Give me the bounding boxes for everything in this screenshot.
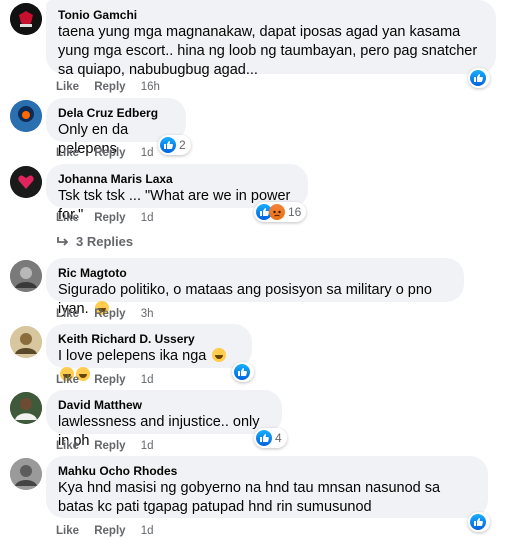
comment-actions: Like Reply 1d (56, 439, 154, 453)
like-button[interactable]: Like (56, 374, 79, 386)
comment-timestamp[interactable]: 1d (141, 440, 154, 452)
like-reaction-icon (470, 514, 486, 530)
reply-button[interactable]: Reply (94, 440, 125, 452)
comment-author[interactable]: Keith Richard D. Ussery (58, 331, 240, 347)
comment-bubble: Tonio Gamchi taena yung mga magnanakaw, … (46, 0, 496, 78)
comment-author[interactable]: David Matthew (58, 397, 270, 413)
comment-author[interactable]: Dela Cruz Edberg (58, 105, 174, 121)
like-button[interactable]: Like (56, 525, 79, 537)
avatar[interactable] (10, 392, 42, 424)
avatar[interactable] (10, 458, 42, 490)
like-reaction-icon (470, 70, 486, 86)
comment-actions: Like Reply 1d (56, 373, 154, 387)
comment-bubble: Keith Richard D. Ussery I love pelepens … (46, 324, 252, 381)
comment-text: Kya hnd masisi ng gobyerno na hnd tau mn… (58, 480, 441, 515)
reaction-summary[interactable]: 2 (158, 135, 191, 155)
like-button[interactable]: Like (56, 212, 79, 224)
laughing-face-emoji-icon (212, 348, 227, 362)
reaction-count: 2 (179, 138, 186, 152)
reply-button[interactable]: Reply (94, 525, 125, 537)
avatar[interactable] (10, 326, 42, 358)
like-button[interactable]: Like (56, 147, 79, 159)
comment-timestamp[interactable]: 3h (141, 308, 154, 320)
reply-button[interactable]: Reply (94, 308, 125, 320)
reaction-summary[interactable] (468, 512, 490, 532)
comment-actions: Like Reply 1d (56, 146, 154, 160)
reaction-count: 4 (275, 431, 282, 445)
comment-author[interactable]: Mahku Ocho Rhodes (58, 463, 476, 479)
view-replies-link[interactable]: 3 Replies (56, 234, 133, 249)
comment-bubble: David Matthew lawlessness and injustice.… (46, 390, 282, 449)
like-reaction-icon (160, 137, 176, 153)
reply-button[interactable]: Reply (94, 81, 125, 93)
reaction-count: 16 (288, 205, 302, 219)
comment-author[interactable]: Ric Magtoto (58, 265, 452, 281)
replies-count-label[interactable]: 3 Replies (76, 234, 133, 249)
like-reaction-icon (256, 430, 272, 446)
comment-bubble: Ric Magtoto Sigurado politiko, o mataas … (46, 258, 464, 317)
comment-actions: Like Reply 1d (56, 524, 154, 538)
comment-actions: Like Reply 16h (56, 80, 160, 94)
angry-reaction-icon (269, 204, 285, 220)
comment-author[interactable]: Johanna Maris Laxa (58, 171, 296, 187)
like-button[interactable]: Like (56, 308, 79, 320)
reply-button[interactable]: Reply (94, 147, 125, 159)
like-button[interactable]: Like (56, 440, 79, 452)
comment-actions: Like Reply 1d (56, 211, 154, 225)
comment-timestamp[interactable]: 1d (141, 147, 154, 159)
comment-timestamp[interactable]: 1d (141, 525, 154, 537)
reaction-summary[interactable]: 4 (254, 428, 287, 448)
reply-button[interactable]: Reply (94, 374, 125, 386)
avatar[interactable] (10, 3, 42, 35)
like-reaction-icon (234, 364, 250, 380)
reply-button[interactable]: Reply (94, 212, 125, 224)
comment-bubble: Mahku Ocho Rhodes Kya hnd masisi ng goby… (46, 456, 488, 518)
comment-author[interactable]: Tonio Gamchi (58, 7, 484, 23)
avatar[interactable] (10, 260, 42, 292)
reaction-summary[interactable] (232, 362, 254, 382)
comment-timestamp[interactable]: 1d (141, 212, 154, 224)
comment-timestamp[interactable]: 16h (141, 81, 160, 93)
avatar[interactable] (10, 166, 42, 198)
reaction-summary[interactable] (468, 68, 490, 88)
comment-text: taena yung mga magnanakaw, dapat iposas … (58, 24, 478, 78)
like-button[interactable]: Like (56, 81, 79, 93)
reaction-summary[interactable]: 16 (254, 202, 307, 222)
avatar[interactable] (10, 100, 42, 132)
comment-actions: Like Reply 3h (56, 307, 154, 321)
reply-arrow-icon (57, 236, 69, 246)
comment-timestamp[interactable]: 1d (141, 374, 154, 386)
